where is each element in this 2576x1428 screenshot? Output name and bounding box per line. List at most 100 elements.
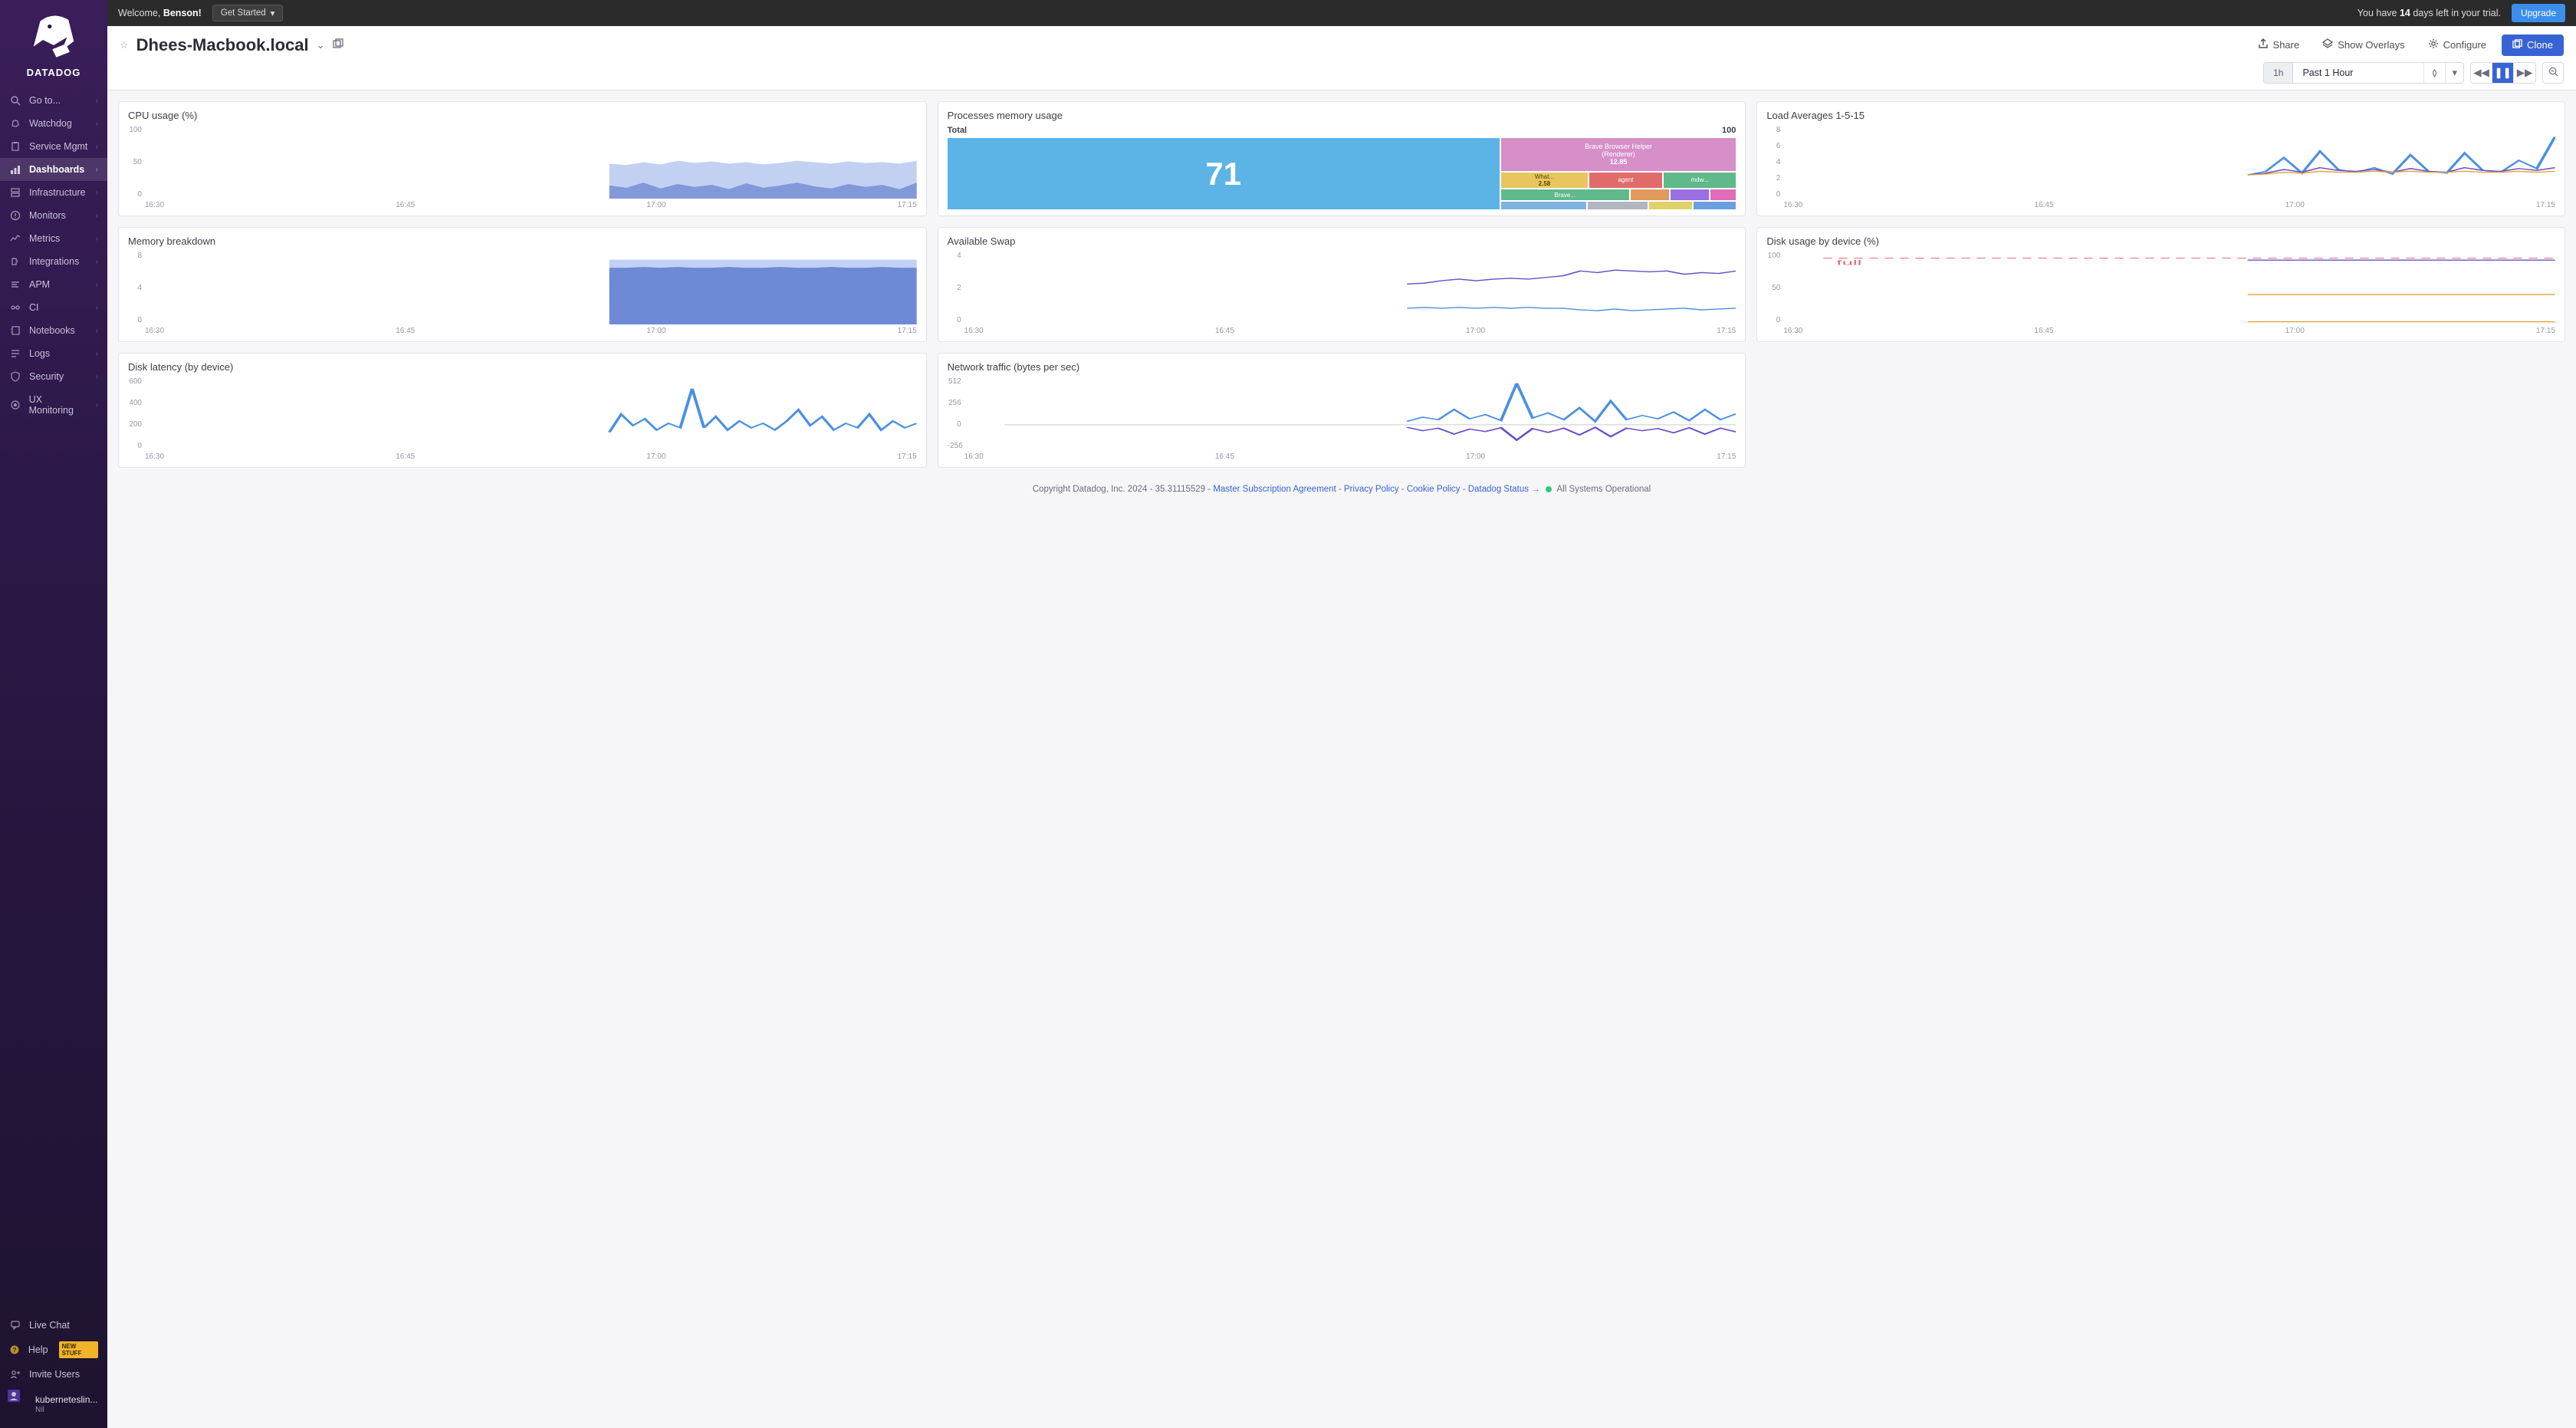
- treemap-cell[interactable]: agent: [1589, 173, 1662, 188]
- share-button[interactable]: Share: [2250, 34, 2308, 56]
- widget-title: Load Averages 1-5-15: [1766, 110, 2555, 121]
- sidebar-item-invite-users[interactable]: Invite Users: [0, 1364, 107, 1385]
- chart-area[interactable]: 8642016:3016:4517:0017:15: [1766, 126, 2555, 209]
- shield-icon: [9, 371, 21, 382]
- clipboard-icon: [9, 141, 21, 152]
- footer-link[interactable]: Cookie Policy: [1407, 485, 1460, 494]
- reset-zoom-button[interactable]: [2542, 62, 2564, 84]
- playback-controls: ◀◀ ❚❚ ▶▶: [2470, 62, 2536, 84]
- widget-latency[interactable]: Disk latency (by device)600400200016:301…: [118, 353, 927, 468]
- sidebar-item-ux-monitoring[interactable]: UX Monitoring›: [0, 388, 107, 422]
- treemap-cell[interactable]: Brave Browser Helper(Renderer)12.85: [1501, 138, 1737, 171]
- sidebar-item-label: Help: [28, 1344, 48, 1355]
- chevron-right-icon: ›: [96, 212, 98, 220]
- org-name: kuberneteslin...: [35, 1394, 97, 1405]
- star-icon[interactable]: ☆: [120, 39, 129, 51]
- widget-title: Disk usage by device (%): [1766, 235, 2555, 247]
- pause-button[interactable]: ❚❚: [2492, 63, 2514, 83]
- treemap-cell[interactable]: What...2.58: [1501, 173, 1588, 188]
- chevron-right-icon: ›: [96, 327, 98, 335]
- treemap-cell[interactable]: [1631, 189, 1669, 200]
- sidebar-item-label: Metrics: [29, 233, 60, 244]
- sidebar-item-label: Notebooks: [29, 325, 75, 336]
- chart-area[interactable]: 42016:3016:4517:0017:15: [948, 252, 1737, 335]
- sidebar-item-apm[interactable]: APM›: [0, 273, 107, 296]
- treemap-cell[interactable]: [1710, 189, 1736, 200]
- clone-icon: [2512, 39, 2522, 51]
- treemap-cell-main[interactable]: 71: [948, 138, 1500, 209]
- widget-mem[interactable]: Memory breakdown84016:3016:4517:0017:15: [118, 227, 927, 342]
- treemap[interactable]: 71Brave Browser Helper(Renderer)12.85 Wha…: [948, 138, 1737, 209]
- chart-area[interactable]: 84016:3016:4517:0017:15: [128, 252, 917, 335]
- page-title: Dhees-Macbook.local: [136, 35, 309, 55]
- sidebar-item-watchdog[interactable]: Watchdog›: [0, 112, 107, 135]
- forward-button[interactable]: ▶▶: [2514, 63, 2535, 83]
- sidebar-item-go-to-[interactable]: Go to...›: [0, 89, 107, 112]
- treemap-cell[interactable]: Brave...: [1501, 189, 1629, 200]
- sidebar-item-label: Watchdog: [29, 118, 72, 129]
- treemap-cell[interactable]: [1588, 202, 1648, 209]
- sidebar-item-security[interactable]: Security›: [0, 365, 107, 388]
- treemap-cell[interactable]: mdw...: [1664, 173, 1737, 188]
- treemap-total-label: Total: [948, 126, 967, 135]
- chevron-right-icon: ›: [96, 373, 98, 381]
- upgrade-button[interactable]: Upgrade: [2512, 4, 2565, 22]
- show-overlays-button[interactable]: Show Overlays: [2315, 34, 2412, 56]
- footer-link[interactable]: Datadog Status: [1468, 485, 1529, 494]
- chevron-right-icon: ›: [96, 258, 98, 266]
- widget-title: Network traffic (bytes per sec): [948, 361, 1737, 373]
- chevron-right-icon: ›: [96, 97, 98, 105]
- sidebar-item-service-mgmt[interactable]: Service Mgmt ›: [0, 135, 107, 158]
- rewind-button[interactable]: ◀◀: [2471, 63, 2492, 83]
- chart-area[interactable]: 10050016:3016:4517:0017:15: [128, 126, 917, 209]
- treemap-cell[interactable]: [1694, 202, 1737, 209]
- widget-swap[interactable]: Available Swap42016:3016:4517:0017:15: [938, 227, 1746, 342]
- user-switcher[interactable]: kuberneteslin... Nil: [0, 1385, 107, 1423]
- chart-area[interactable]: 5122560-25616:3016:4517:0017:15: [948, 377, 1737, 461]
- sidebar-item-metrics[interactable]: Metrics›: [0, 227, 107, 250]
- get-started-button[interactable]: Get Started ▾: [212, 5, 284, 21]
- sidebar-item-ci[interactable]: CI›: [0, 296, 107, 319]
- sidebar-item-label: Logs: [29, 348, 50, 359]
- time-range-picker[interactable]: 1h Past 1 Hour ▾: [2263, 62, 2464, 84]
- sidebar-item-infrastructure[interactable]: Infrastructure›: [0, 181, 107, 204]
- sidebar-item-logs[interactable]: Logs ›: [0, 342, 107, 365]
- treemap-cell[interactable]: [1649, 202, 1692, 209]
- brand-logo[interactable]: DATADOG: [0, 0, 107, 89]
- chart-area[interactable]: 100500full16:3016:4517:0017:15: [1766, 252, 2555, 335]
- footer-link[interactable]: Privacy Policy: [1344, 485, 1399, 494]
- warning-icon: [9, 210, 21, 221]
- title-dropdown[interactable]: ⌄: [317, 39, 325, 51]
- widget-disk[interactable]: Disk usage by device (%) 100500full16:301…: [1756, 227, 2565, 342]
- widget-cpu[interactable]: CPU usage (%)10050016:3016:4517:0017:15: [118, 101, 927, 216]
- treemap-cell[interactable]: [1671, 189, 1709, 200]
- treemap-cell[interactable]: [1501, 202, 1586, 209]
- chevron-right-icon: ›: [96, 143, 98, 151]
- sidebar-item-help[interactable]: ?HelpNEW STUFF: [0, 1336, 107, 1364]
- widget-load[interactable]: Load Averages 1-5-15 8642016:3016:4517:00…: [1756, 101, 2565, 216]
- sidebar-item-label: Service Mgmt: [29, 141, 87, 152]
- invite-icon: [9, 1369, 21, 1380]
- sidebar-item-integrations[interactable]: Integrations›: [0, 250, 107, 273]
- copy-icon[interactable]: [333, 38, 343, 51]
- help-icon: ?: [9, 1344, 21, 1355]
- sidebar-item-live-chat[interactable]: Live Chat: [0, 1314, 107, 1336]
- chevron-right-icon: ›: [96, 350, 98, 358]
- chart-area[interactable]: 600400200016:3016:4517:0017:15: [128, 377, 917, 461]
- widget-net[interactable]: Network traffic (bytes per sec) 5122560-2…: [938, 353, 1746, 468]
- footer-link[interactable]: Master Subscription Agreement: [1213, 485, 1336, 494]
- sidebar-item-notebooks[interactable]: Notebooks ›: [0, 319, 107, 342]
- widget-procmem[interactable]: Processes memory usageTotal10071Brave Br…: [938, 101, 1746, 216]
- search-icon: [9, 95, 21, 106]
- clone-button[interactable]: Clone: [2502, 35, 2564, 56]
- metrics-icon: [9, 233, 21, 244]
- sidebar-item-label: Dashboards: [29, 164, 84, 175]
- sidebar-item-monitors[interactable]: Monitors›: [0, 204, 107, 227]
- sidebar-item-dashboards[interactable]: Dashboards›: [0, 158, 107, 181]
- pin-icon[interactable]: [2423, 63, 2445, 83]
- gear-icon: [2428, 38, 2439, 51]
- chevron-down-icon[interactable]: ▾: [2445, 63, 2463, 83]
- status-dot-icon: [1546, 486, 1552, 492]
- sidebar-item-label: Invite Users: [29, 1369, 80, 1380]
- configure-button[interactable]: Configure: [2420, 34, 2494, 56]
